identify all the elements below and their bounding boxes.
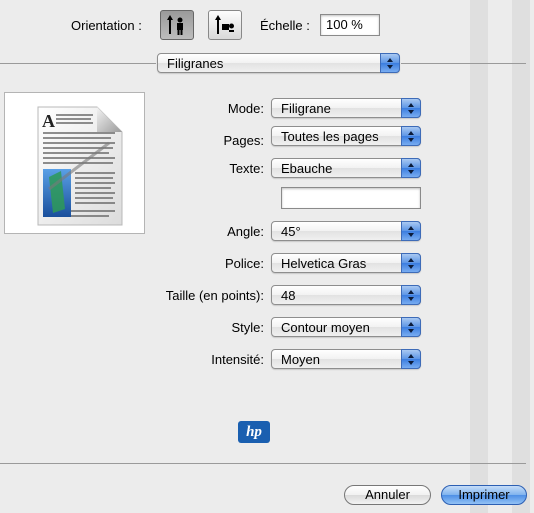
- print-button[interactable]: Imprimer: [441, 485, 527, 505]
- font-value: Helvetica Gras: [281, 256, 367, 271]
- landscape-orientation-button[interactable]: [208, 10, 242, 40]
- mode-label: Mode:: [227, 101, 264, 116]
- style-label: Style:: [231, 320, 264, 335]
- popup-arrows-icon: [401, 158, 421, 178]
- background-stripe: [470, 0, 488, 513]
- size-label: Taille (en points):: [165, 288, 264, 303]
- footer-divider: [0, 463, 526, 464]
- popup-arrows-icon: [401, 221, 421, 241]
- pages-popup[interactable]: Toutes les pages: [271, 126, 421, 146]
- font-popup[interactable]: Helvetica Gras: [271, 253, 421, 273]
- orientation-label: Orientation :: [71, 18, 142, 33]
- section-popup[interactable]: Filigranes: [157, 53, 400, 73]
- text-label: Texte:: [229, 161, 264, 176]
- scale-label: Échelle :: [260, 18, 310, 33]
- mode-value: Filigrane: [281, 101, 331, 116]
- portrait-orientation-button[interactable]: [160, 10, 194, 40]
- text-popup[interactable]: Ebauche: [271, 158, 421, 178]
- pages-value: Toutes les pages: [281, 129, 379, 144]
- cancel-button[interactable]: Annuler: [344, 485, 431, 505]
- style-popup[interactable]: Contour moyen: [271, 317, 421, 337]
- section-popup-value: Filigranes: [167, 56, 224, 71]
- landscape-icon: [215, 15, 234, 34]
- popup-arrows-icon: [401, 98, 421, 118]
- popup-arrows-icon: [401, 317, 421, 337]
- angle-value: 45°: [281, 224, 301, 239]
- angle-popup[interactable]: 45°: [271, 221, 421, 241]
- popup-arrows-icon: [401, 253, 421, 273]
- font-label: Police:: [224, 256, 264, 271]
- custom-watermark-text-input[interactable]: [281, 187, 421, 209]
- hp-logo-text: hp: [246, 423, 262, 440]
- popup-arrows-icon: [401, 126, 421, 146]
- angle-label: Angle:: [227, 224, 264, 239]
- document-preview-icon: A: [37, 106, 123, 226]
- portrait-icon: [167, 15, 183, 35]
- popup-arrows-icon: [380, 53, 400, 73]
- pages-label: Pages:: [223, 133, 264, 148]
- size-value: 48: [281, 288, 296, 303]
- svg-text:A: A: [42, 111, 55, 131]
- scale-input[interactable]: 100 %: [320, 14, 380, 36]
- watermark-preview: A: [4, 92, 145, 234]
- popup-arrows-icon: [401, 349, 421, 369]
- intensity-popup[interactable]: Moyen: [271, 349, 421, 369]
- section-divider-left: [0, 63, 156, 64]
- section-divider-right: [401, 63, 526, 64]
- popup-arrows-icon: [401, 285, 421, 305]
- mode-popup[interactable]: Filigrane: [271, 98, 421, 118]
- page-setup-row: Orientation : Échelle : 100 %: [0, 10, 534, 44]
- intensity-label: Intensité:: [211, 352, 264, 367]
- intensity-value: Moyen: [281, 352, 321, 367]
- size-popup[interactable]: 48: [271, 285, 421, 305]
- hp-logo: hp: [238, 421, 270, 443]
- style-value: Contour moyen: [281, 320, 370, 335]
- text-value: Ebauche: [281, 161, 333, 176]
- background-stripe: [512, 0, 530, 513]
